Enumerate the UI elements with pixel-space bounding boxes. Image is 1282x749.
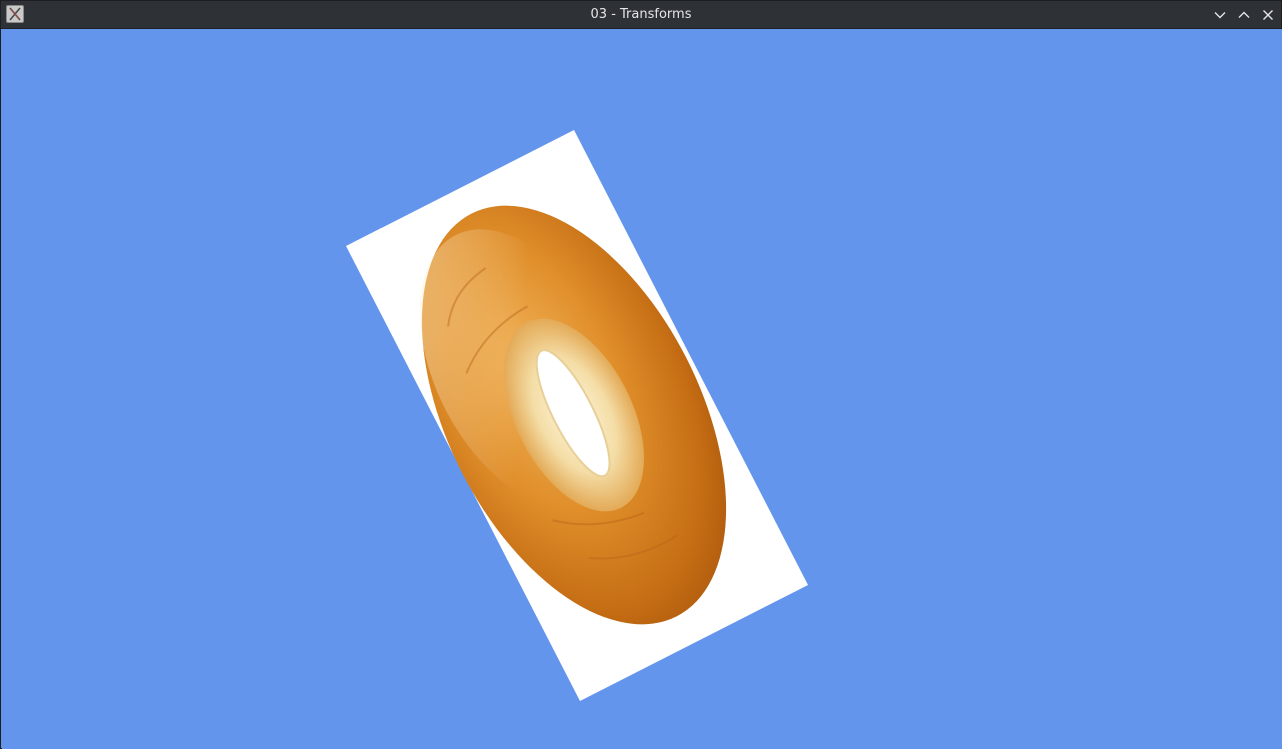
close-icon <box>1263 10 1273 20</box>
close-button[interactable] <box>1257 4 1279 26</box>
app-window: 03 - Transforms <box>0 0 1282 749</box>
maximize-button[interactable] <box>1233 4 1255 26</box>
minimize-button[interactable] <box>1209 4 1231 26</box>
render-scene <box>346 130 808 701</box>
render-viewport[interactable] <box>2 29 1282 749</box>
chevron-up-icon <box>1238 11 1250 18</box>
window-title: 03 - Transforms <box>590 7 692 22</box>
title-bar[interactable]: 03 - Transforms <box>1 1 1281 29</box>
chevron-down-icon <box>1214 12 1226 19</box>
